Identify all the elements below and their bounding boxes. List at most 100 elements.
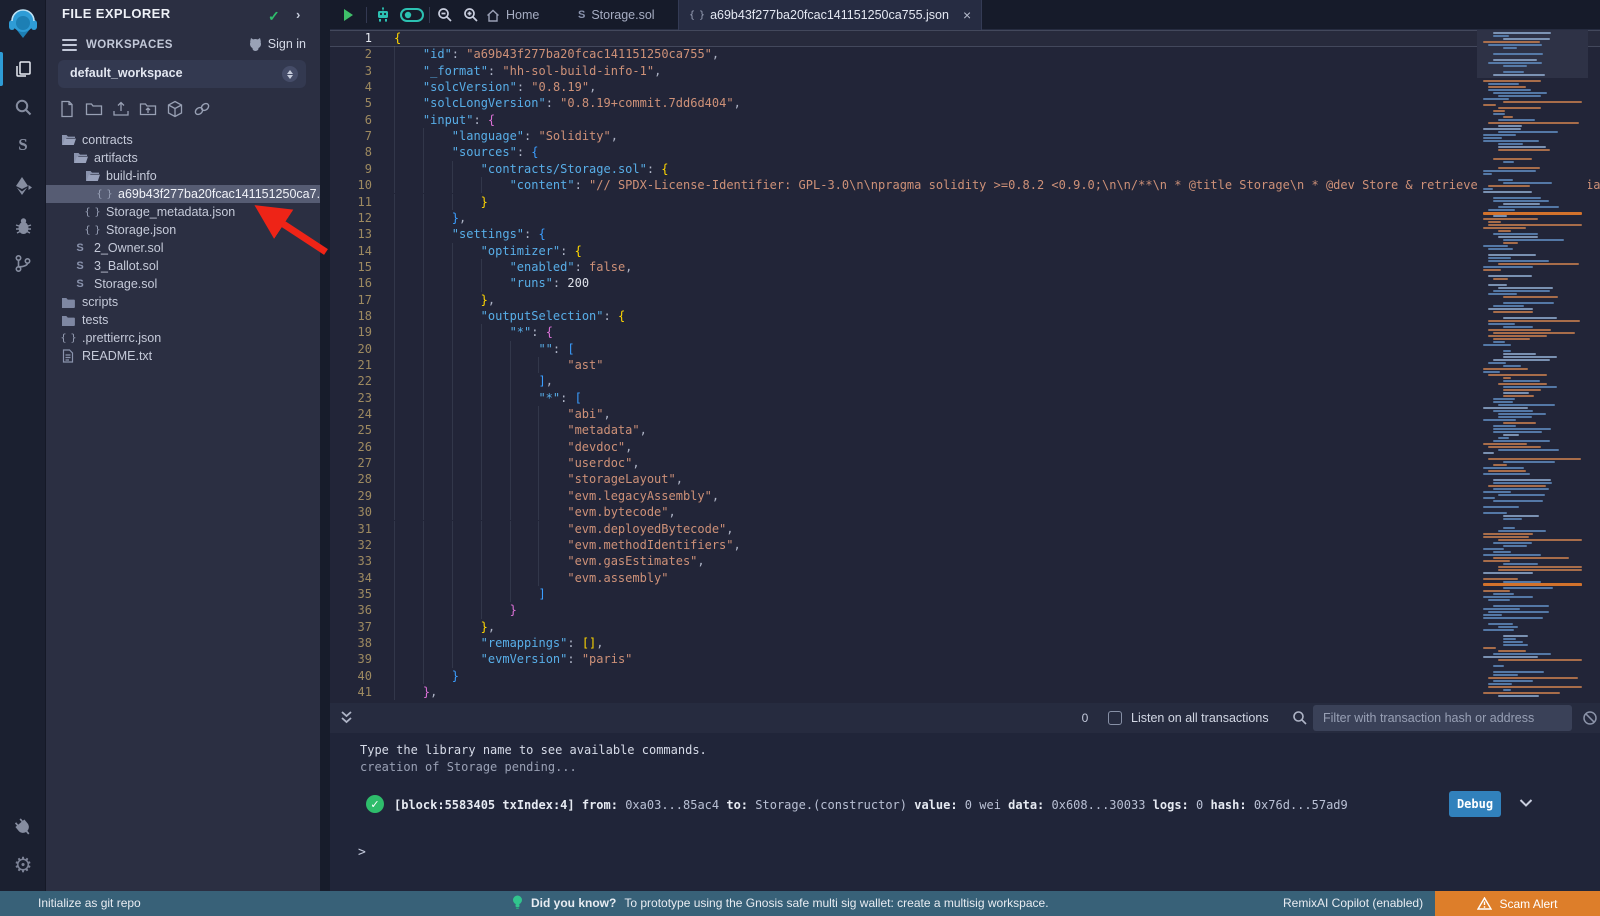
new-file-icon[interactable]: [58, 100, 76, 118]
code-line-7[interactable]: 7"language": "Solidity",: [330, 128, 1600, 144]
upload-file-icon[interactable]: [112, 100, 130, 118]
debug-button[interactable]: Debug: [1449, 791, 1501, 817]
plugin-manager-icon[interactable]: [0, 812, 46, 842]
tree-item-3-ballot-sol[interactable]: S3_Ballot.sol: [46, 257, 346, 275]
settings-gear-icon[interactable]: ⚙: [0, 850, 46, 880]
tree-item-storage-metadata-json[interactable]: { }Storage_metadata.json: [46, 203, 358, 221]
code-line-15[interactable]: 15"enabled": false,: [330, 259, 1600, 275]
code-line-30[interactable]: 30"evm.bytecode",: [330, 504, 1600, 520]
code-editor[interactable]: 1{2"id": "a69b43f277ba20fcac141151250ca7…: [330, 30, 1600, 703]
code-line-41[interactable]: 41},: [330, 684, 1600, 700]
minimap-line: [1503, 395, 1534, 397]
close-tab-icon[interactable]: ×: [963, 8, 971, 22]
search-icon[interactable]: [0, 92, 46, 122]
remix-logo-icon[interactable]: [0, 6, 46, 42]
tab-storage-sol[interactable]: S Storage.sol: [568, 0, 665, 30]
code-line-13[interactable]: 13"settings": {: [330, 226, 1600, 242]
code-line-8[interactable]: 8"sources": {: [330, 144, 1600, 160]
minimap-line: [1493, 425, 1516, 427]
github-sign-in[interactable]: Sign in: [248, 37, 306, 51]
zoom-out-icon[interactable]: [432, 0, 458, 30]
code-line-20[interactable]: 20"": [: [330, 341, 1600, 357]
workspaces-menu-icon[interactable]: [62, 39, 77, 51]
code-line-28[interactable]: 28"storageLayout",: [330, 471, 1600, 487]
code-line-31[interactable]: 31"evm.deployedBytecode",: [330, 521, 1600, 537]
code-line-3[interactable]: 3"_format": "hh-sol-build-info-1",: [330, 63, 1600, 79]
upload-folder-icon[interactable]: [139, 100, 157, 118]
code-line-27[interactable]: 27"userdoc",: [330, 455, 1600, 471]
solidity-compiler-icon[interactable]: S: [0, 130, 46, 160]
terminal-collapse-icon[interactable]: [340, 710, 353, 725]
listen-label[interactable]: Listen on all transactions: [1131, 711, 1269, 725]
tx-expand-chevron[interactable]: [1518, 795, 1534, 811]
code-line-38[interactable]: 38"remappings": [],: [330, 635, 1600, 651]
terminal-search-icon[interactable]: [1292, 710, 1308, 726]
git-init-link[interactable]: Initialize as git repo: [38, 896, 141, 910]
terminal-prompt[interactable]: >: [358, 845, 366, 860]
code-line-14[interactable]: 14"optimizer": {: [330, 243, 1600, 259]
new-folder-icon[interactable]: [85, 100, 103, 118]
ipfs-box-icon[interactable]: [166, 100, 184, 118]
tree-item-artifacts[interactable]: artifacts: [46, 149, 346, 167]
deploy-run-icon[interactable]: [0, 171, 46, 201]
tree-item-storage-sol[interactable]: SStorage.sol: [46, 275, 346, 293]
code-line-22[interactable]: 22],: [330, 373, 1600, 389]
transaction-log-row[interactable]: ✓ [block:5583405 txIndex:4] from: 0xa03.…: [330, 791, 1600, 821]
code-line-35[interactable]: 35]: [330, 586, 1600, 602]
panel-resize-handle[interactable]: [320, 0, 330, 891]
code-line-11[interactable]: 11}: [330, 194, 1600, 210]
code-line-18[interactable]: 18"outputSelection": {: [330, 308, 1600, 324]
workspace-selector[interactable]: default_workspace: [58, 60, 306, 88]
panel-collapse-chevron[interactable]: ›: [296, 7, 300, 22]
code-line-29[interactable]: 29"evm.legacyAssembly",: [330, 488, 1600, 504]
tree-item-storage-json[interactable]: { }Storage.json: [46, 221, 358, 239]
code-line-25[interactable]: 25"metadata",: [330, 422, 1600, 438]
tab-home[interactable]: Home: [476, 0, 549, 30]
copilot-status[interactable]: RemixAI Copilot (enabled): [1283, 896, 1423, 910]
code-line-10[interactable]: 10"content": "// SPDX-License-Identifier…: [330, 177, 1600, 193]
run-script-button[interactable]: [335, 0, 361, 30]
ai-copilot-robot-icon[interactable]: [370, 0, 396, 30]
tree-item-scripts[interactable]: scripts: [46, 293, 334, 311]
transaction-filter-input[interactable]: [1313, 705, 1572, 731]
minimap-line: [1493, 113, 1505, 115]
code-line-1[interactable]: 1{: [330, 30, 1600, 46]
code-line-33[interactable]: 33"evm.gasEstimates",: [330, 553, 1600, 569]
scam-alert-button[interactable]: Scam Alert: [1435, 891, 1600, 916]
tree-item-contracts[interactable]: contracts: [46, 131, 334, 149]
code-line-4[interactable]: 4"solcVersion": "0.8.19",: [330, 79, 1600, 95]
code-line-17[interactable]: 17},: [330, 292, 1600, 308]
debugger-icon[interactable]: [0, 211, 46, 241]
code-line-12[interactable]: 12},: [330, 210, 1600, 226]
code-line-19[interactable]: 19"*": {: [330, 324, 1600, 340]
code-line-2[interactable]: 2"id": "a69b43f277ba20fcac141151250ca755…: [330, 46, 1600, 62]
link-icon[interactable]: [193, 100, 211, 118]
code-line-5[interactable]: 5"solcLongVersion": "0.8.19+commit.7dd6d…: [330, 95, 1600, 111]
copilot-toggle[interactable]: [396, 0, 428, 30]
tab-active-json[interactable]: { } a69b43f277ba20fcac141151250ca755.jso…: [678, 0, 982, 30]
tree-item-label: scripts: [82, 295, 118, 309]
code-line-37[interactable]: 37},: [330, 619, 1600, 635]
listen-checkbox[interactable]: [1108, 711, 1122, 725]
code-line-39[interactable]: 39"evmVersion": "paris": [330, 651, 1600, 667]
tree-item-tests[interactable]: tests: [46, 311, 334, 329]
code-line-40[interactable]: 40}: [330, 668, 1600, 684]
code-line-32[interactable]: 32"evm.methodIdentifiers",: [330, 537, 1600, 553]
tree-item-readme-txt[interactable]: README.txt: [46, 347, 334, 365]
tree-item--prettierrc-json[interactable]: { }.prettierrc.json: [46, 329, 334, 347]
code-line-34[interactable]: 34"evm.assembly": [330, 570, 1600, 586]
code-line-24[interactable]: 24"abi",: [330, 406, 1600, 422]
code-line-26[interactable]: 26"devdoc",: [330, 439, 1600, 455]
clear-terminal-icon[interactable]: [1582, 710, 1598, 726]
file-explorer-icon[interactable]: [0, 54, 46, 84]
tree-item-2-owner-sol[interactable]: S2_Owner.sol: [46, 239, 346, 257]
code-line-16[interactable]: 16"runs": 200: [330, 275, 1600, 291]
tree-item-build-info[interactable]: build-info: [46, 167, 358, 185]
code-line-36[interactable]: 36}: [330, 602, 1600, 618]
git-icon[interactable]: [0, 248, 46, 278]
code-line-9[interactable]: 9"contracts/Storage.sol": {: [330, 161, 1600, 177]
code-line-23[interactable]: 23"*": [: [330, 390, 1600, 406]
code-line-21[interactable]: 21"ast": [330, 357, 1600, 373]
code-line-6[interactable]: 6"input": {: [330, 112, 1600, 128]
editor-minimap[interactable]: [1477, 30, 1588, 703]
